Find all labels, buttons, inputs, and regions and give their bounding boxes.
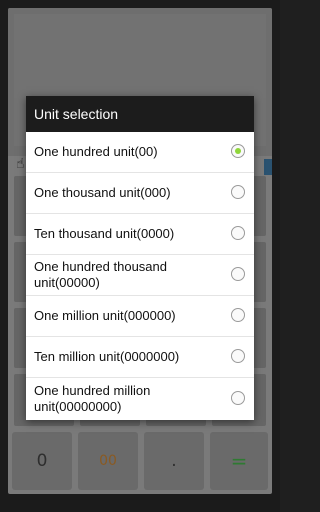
option-hundred-unit[interactable]: One hundred unit(00) xyxy=(26,132,254,173)
option-label: One million unit(000000) xyxy=(34,308,176,323)
option-hundred-thousand-unit[interactable]: One hundred thousand unit(00000) xyxy=(26,255,254,296)
edge-tab[interactable] xyxy=(264,159,272,175)
radio-unchecked-icon[interactable] xyxy=(231,226,245,240)
option-label: One hundred unit(00) xyxy=(34,144,158,159)
option-label: One thousand unit(000) xyxy=(34,185,171,200)
device-frame: ☝ 0 00 . = Unit selection One hundred un… xyxy=(0,0,280,512)
key-00-label: 00 xyxy=(99,453,117,469)
option-label: One hundred thousand unit(00000) xyxy=(34,259,167,290)
dialog-title: Unit selection xyxy=(26,96,254,132)
option-label: Ten thousand unit(0000) xyxy=(34,226,175,241)
radio-unchecked-icon[interactable] xyxy=(231,308,245,322)
option-ten-million-unit[interactable]: Ten million unit(0000000) xyxy=(26,337,254,378)
option-hundred-million-unit[interactable]: One hundred million unit(00000000) xyxy=(26,378,254,419)
key-0-label: 0 xyxy=(36,451,48,471)
radio-unchecked-icon[interactable] xyxy=(231,390,245,405)
key-0[interactable]: 0 xyxy=(12,432,72,490)
option-label: Ten million unit(0000000) xyxy=(34,349,180,364)
unit-selection-dialog: Unit selection One hundred unit(00) One … xyxy=(26,96,254,420)
radio-unchecked-icon[interactable] xyxy=(231,185,245,199)
option-ten-thousand-unit[interactable]: Ten thousand unit(0000) xyxy=(26,214,254,255)
option-label: One hundred million unit(00000000) xyxy=(34,382,151,414)
key-equals-label: = xyxy=(230,449,248,473)
radio-dot xyxy=(235,148,241,154)
radio-unchecked-icon[interactable] xyxy=(231,349,245,363)
key-decimal-label: . xyxy=(171,451,177,471)
option-million-unit[interactable]: One million unit(000000) xyxy=(26,296,254,337)
option-thousand-unit[interactable]: One thousand unit(000) xyxy=(26,173,254,214)
keypad-bottom-row: 0 00 . = xyxy=(8,428,272,494)
key-decimal[interactable]: . xyxy=(144,432,204,490)
key-00[interactable]: 00 xyxy=(78,432,138,490)
radio-unchecked-icon[interactable] xyxy=(231,267,245,281)
radio-checked-icon[interactable] xyxy=(231,144,245,158)
key-equals[interactable]: = xyxy=(210,432,268,490)
